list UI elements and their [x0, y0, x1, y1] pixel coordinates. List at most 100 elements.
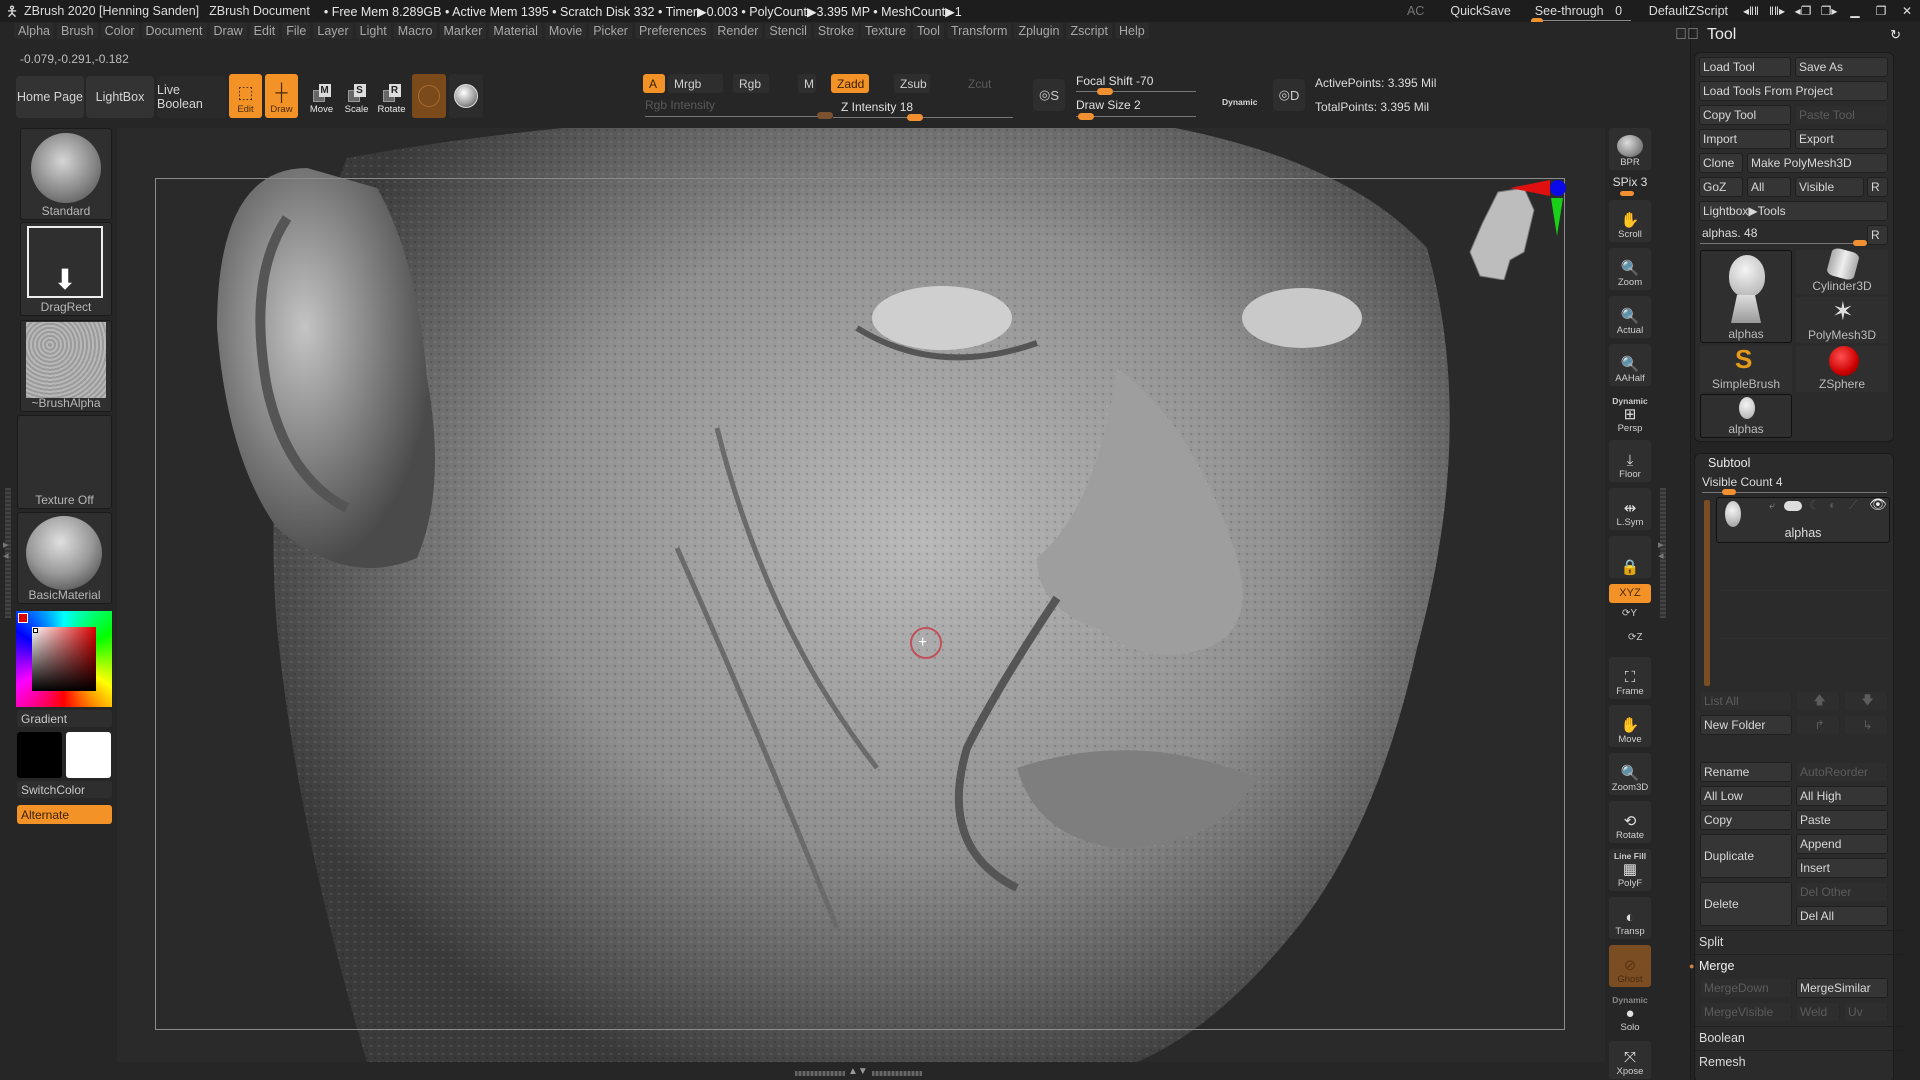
tool-thumb-zsphere[interactable]: ZSphere [1796, 346, 1888, 392]
spix-knob[interactable] [1620, 191, 1634, 196]
merge-section[interactable]: ● Merge [1689, 954, 1905, 976]
del-all-button[interactable]: Del All [1796, 906, 1888, 926]
shrink-ui-icon[interactable]: ◂‖‖ [1738, 4, 1764, 18]
menu-texture[interactable]: Texture [861, 23, 911, 39]
menu-light[interactable]: Light [355, 23, 391, 39]
tool-palette-header[interactable]: ⸝⃥ Tool ↻ [1675, 24, 1915, 46]
all-high-button[interactable]: All High [1796, 786, 1888, 806]
rename-button[interactable]: Rename [1700, 762, 1792, 782]
menu-brush[interactable]: Brush [56, 23, 98, 39]
move-into-folder-button[interactable]: ↱ [1796, 715, 1840, 735]
move-mode-button[interactable]: M Move [305, 74, 338, 118]
menu-stroke[interactable]: Stroke [813, 23, 859, 39]
polyf-button[interactable]: Line Fill ▦ PolyF [1609, 849, 1651, 891]
menu-movie[interactable]: Movie [544, 23, 587, 39]
local-symmetry-button[interactable]: ⇹ L.Sym [1609, 488, 1651, 530]
transp-button[interactable]: ◐ Transp [1609, 897, 1651, 939]
goz-r-button[interactable]: R [1867, 177, 1888, 197]
tool-thumb-alphas[interactable]: alphas [1700, 250, 1792, 343]
delete-button[interactable]: Delete [1700, 882, 1792, 926]
rotate-y-button[interactable]: ⟳Y [1622, 608, 1637, 619]
alphas-slider-knob[interactable] [1853, 240, 1867, 246]
color-marker[interactable] [33, 628, 38, 633]
xpose-button[interactable]: ⤧ Xpose [1609, 1041, 1651, 1079]
menu-alpha[interactable]: Alpha [14, 23, 54, 39]
alpha-picker[interactable]: ~BrushAlpha [20, 320, 112, 412]
bottom-tray-handle-right[interactable] [872, 1071, 922, 1076]
save-as-button[interactable]: Save As [1795, 57, 1888, 77]
subtool-item[interactable]: ⤶ ☾ ◐ ⟋ 👁 alphas [1716, 496, 1890, 543]
rotate-view-button[interactable]: ⟲ Rotate [1609, 801, 1651, 843]
zoom3d-button[interactable]: 🔍 Zoom3D [1609, 753, 1651, 795]
menu-stencil[interactable]: Stencil [765, 23, 811, 39]
import-button[interactable]: Import [1699, 129, 1791, 149]
right-tray-arrows-icon[interactable]: ▸ ◂ [1658, 540, 1664, 562]
tool-thumb-alphas-2[interactable]: alphas [1700, 394, 1792, 438]
focal-shift-d-button[interactable]: ◎ D [1273, 79, 1305, 111]
dynamic-toggle[interactable]: Dynamic [1222, 97, 1257, 107]
lightbox-tools-button[interactable]: Lightbox▶Tools [1699, 201, 1888, 221]
bottom-tray-handle-left[interactable] [795, 1071, 845, 1076]
all-low-button[interactable]: All Low [1700, 786, 1792, 806]
draw-mode-button[interactable]: ┼ Draw [265, 74, 298, 118]
a-toggle[interactable]: A [643, 74, 665, 93]
rotate-xyz-button[interactable]: XYZ [1609, 584, 1651, 603]
copy-tool-button[interactable]: Copy Tool [1699, 105, 1791, 125]
split-section[interactable]: Split [1695, 930, 1905, 952]
subtool-eye-icon[interactable]: 👁 [1869, 496, 1887, 513]
mrgb-toggle[interactable]: Mrgb [668, 74, 723, 93]
clone-button[interactable]: Clone [1699, 153, 1743, 173]
menu-macro[interactable]: Macro [393, 23, 437, 39]
z-intensity-knob[interactable] [907, 114, 923, 121]
goz-button[interactable]: GoZ [1699, 177, 1743, 197]
ghost-button[interactable]: ⊘ Ghost [1609, 945, 1651, 987]
menu-edit[interactable]: Edit [249, 23, 280, 39]
zcut-toggle[interactable]: Zcut [962, 74, 998, 93]
goz-all-button[interactable]: All [1747, 177, 1791, 197]
subtool-polypaint-icon[interactable]: ◐ [1829, 498, 1836, 512]
scale-mode-button[interactable]: S Scale [340, 74, 373, 118]
zsub-toggle[interactable]: Zsub [894, 74, 930, 93]
rotate-z-button[interactable]: ⟳Z [1628, 632, 1643, 643]
live-boolean-button[interactable]: Live Boolean [157, 76, 227, 118]
menu-file[interactable]: File [282, 23, 311, 39]
actual-button[interactable]: 🔍 Actual [1609, 296, 1651, 338]
goz-visible-button[interactable]: Visible [1795, 177, 1864, 197]
auto-reorder-button[interactable]: AutoReorder [1796, 762, 1888, 782]
load-tool-button[interactable]: Load Tool [1699, 57, 1791, 77]
subtool-arrow-icon[interactable]: ⤶ [1769, 500, 1775, 513]
texture-picker[interactable]: Texture Off [17, 415, 112, 509]
menu-tool[interactable]: Tool [913, 23, 944, 39]
menu-marker[interactable]: Marker [439, 23, 487, 39]
gradient-button[interactable]: Gradient [17, 710, 112, 727]
camera-lock-button[interactable]: 🔒 [1609, 536, 1651, 578]
rotate-mode-button[interactable]: R Rotate [375, 74, 408, 118]
floor-button[interactable]: ⤓ Floor [1609, 440, 1651, 482]
boolean-section[interactable]: Boolean [1695, 1026, 1905, 1048]
duplicate-button[interactable]: Duplicate [1700, 834, 1792, 878]
brush-picker[interactable]: Standard [20, 128, 112, 220]
bottom-tray-arrows-icon[interactable]: ▲▼ [848, 1066, 868, 1077]
focal-shift-s-button[interactable]: ◎ S [1033, 79, 1065, 111]
zadd-toggle[interactable]: Zadd [831, 74, 869, 93]
expand-ui-icon[interactable]: ‖‖▸ [1764, 4, 1790, 18]
layout-next-icon[interactable]: ❐▸ [1816, 4, 1842, 18]
restore-icon[interactable]: ❐ [1868, 4, 1894, 18]
append-button[interactable]: Append [1796, 834, 1888, 854]
zoom-button[interactable]: 🔍 Zoom [1609, 248, 1651, 290]
material-sphere-button[interactable] [412, 74, 446, 118]
menu-material[interactable]: Material [489, 23, 542, 39]
move-down-button[interactable]: 🡇 [1844, 691, 1888, 711]
tool-thumb-cylinder3d[interactable]: Cylinder3D [1796, 246, 1888, 294]
subtool-scrollbar[interactable] [1704, 500, 1710, 686]
edit-mode-button[interactable]: ⬚ Edit [229, 74, 262, 118]
menu-layer[interactable]: Layer [313, 23, 353, 39]
stroke-picker[interactable]: ⬇ DragRect [20, 222, 112, 316]
m-toggle[interactable]: M [798, 74, 816, 93]
frame-button[interactable]: ⛶ Frame [1609, 657, 1651, 699]
color-picker[interactable] [16, 611, 112, 707]
merge-down-button[interactable]: MergeDown [1700, 978, 1792, 998]
left-tray-arrows-icon[interactable]: ▸ ◂ [3, 540, 9, 562]
aahalf-button[interactable]: 🔍 AAHalf [1609, 344, 1651, 386]
ac-button[interactable]: AC [1407, 4, 1424, 18]
